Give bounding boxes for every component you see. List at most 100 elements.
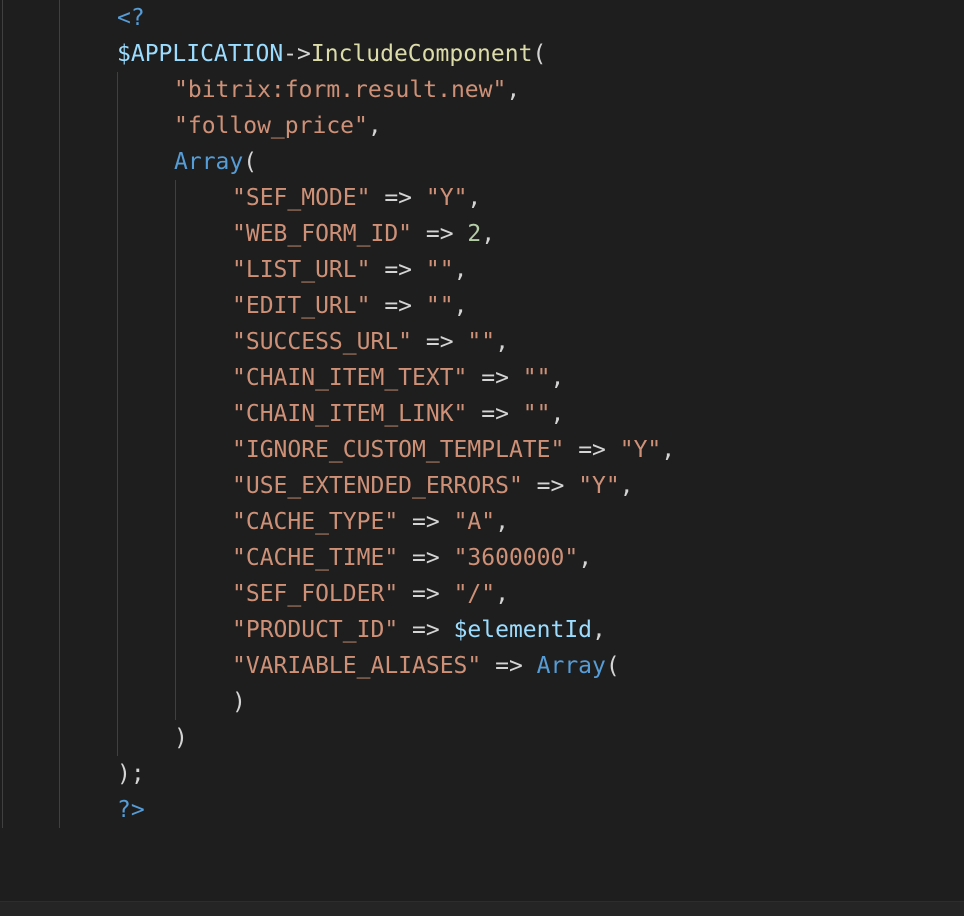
code-token: => <box>412 329 468 355</box>
code-token: "VARIABLE_ALIASES" <box>232 653 482 679</box>
code-token: , <box>453 257 468 283</box>
code-editor[interactable]: <? $APPLICATION->IncludeComponent("bitrix… <box>0 0 964 916</box>
code-token: "" <box>522 365 551 391</box>
code-token: "/" <box>453 581 496 607</box>
code-line[interactable]: <? <box>117 0 145 36</box>
code-token: => <box>370 185 426 211</box>
code-token: , <box>467 185 482 211</box>
code-token: , <box>495 581 509 607</box>
code-token: "3600000" <box>453 545 579 571</box>
code-line[interactable]: "WEB_FORM_ID" => 2, <box>232 216 495 252</box>
code-token: "CACHE_TYPE" <box>232 509 399 535</box>
code-line[interactable]: "follow_price", <box>174 108 382 144</box>
code-token: => <box>467 401 523 427</box>
code-token: => <box>398 617 454 643</box>
code-token: , <box>495 329 509 355</box>
code-line[interactable]: "VARIABLE_ALIASES" => Array( <box>232 648 620 684</box>
code-token: <? <box>117 5 145 31</box>
code-line[interactable]: "CHAIN_ITEM_TEXT" => "", <box>232 360 564 396</box>
code-token: , <box>550 401 565 427</box>
code-token: $APPLICATION <box>117 41 284 67</box>
code-token: $elementId <box>453 617 593 643</box>
code-token: 2 <box>467 221 482 247</box>
code-token: "" <box>425 293 454 319</box>
code-token: "IGNORE_CUSTOM_TEMPLATE" <box>232 437 565 463</box>
code-line[interactable]: "SEF_FOLDER" => "/", <box>232 576 509 612</box>
code-line[interactable]: "CHAIN_ITEM_LINK" => "", <box>232 396 564 432</box>
code-token: , <box>592 617 606 643</box>
code-token: "WEB_FORM_ID" <box>232 221 413 247</box>
code-token: "Y" <box>578 473 620 499</box>
code-token: IncludeComponent <box>310 41 533 67</box>
indent-guide-level-2 <box>175 180 176 720</box>
code-token: , <box>578 545 593 571</box>
code-token: ) <box>232 689 246 715</box>
code-token: ( <box>243 149 258 175</box>
code-token: , <box>453 293 468 319</box>
code-token: "SEF_FOLDER" <box>232 581 399 607</box>
code-token: ( <box>605 653 620 679</box>
code-token: => <box>522 473 579 499</box>
code-token: ); <box>117 761 145 787</box>
code-token: => <box>564 437 620 463</box>
code-token: Array <box>174 149 244 175</box>
code-token: "Y" <box>619 437 662 463</box>
code-line[interactable]: "EDIT_URL" => "", <box>232 288 467 324</box>
code-token: , <box>367 113 382 139</box>
code-token: Array <box>536 653 606 679</box>
code-line[interactable]: "bitrix:form.result.new", <box>174 72 520 108</box>
code-line[interactable]: $APPLICATION->IncludeComponent( <box>117 36 546 72</box>
code-token: "Y" <box>425 185 468 211</box>
code-line[interactable]: "CACHE_TYPE" => "A", <box>232 504 509 540</box>
code-token: "CHAIN_ITEM_LINK" <box>232 401 468 427</box>
code-token: , <box>506 77 521 103</box>
code-line[interactable]: "PRODUCT_ID" => $elementId, <box>232 612 606 648</box>
code-line[interactable]: "SUCCESS_URL" => "", <box>232 324 509 360</box>
code-token: "EDIT_URL" <box>232 293 371 319</box>
code-token: -> <box>283 41 311 67</box>
code-line[interactable]: ?> <box>117 792 145 828</box>
code-token: , <box>495 509 509 535</box>
editor-left-border <box>2 0 3 828</box>
code-line[interactable]: ); <box>117 756 145 792</box>
code-line[interactable]: "USE_EXTENDED_ERRORS" => "Y", <box>232 468 634 504</box>
code-line[interactable]: ) <box>232 684 246 720</box>
code-token: => <box>481 653 537 679</box>
indent-guide-level-0 <box>59 0 60 828</box>
code-token: => <box>398 545 454 571</box>
code-line[interactable]: "LIST_URL" => "", <box>232 252 467 288</box>
code-token: ?> <box>117 797 145 823</box>
code-token: => <box>398 581 454 607</box>
code-token: => <box>398 509 454 535</box>
code-token: ) <box>174 725 188 751</box>
code-token: => <box>467 365 523 391</box>
code-line[interactable]: Array( <box>174 144 257 180</box>
code-token: "SEF_MODE" <box>232 185 371 211</box>
code-token: "CHAIN_ITEM_TEXT" <box>232 365 468 391</box>
code-token: => <box>370 293 426 319</box>
code-token: => <box>412 221 468 247</box>
code-token: => <box>370 257 426 283</box>
code-token: "PRODUCT_ID" <box>232 617 399 643</box>
code-token: "follow_price" <box>174 113 368 139</box>
code-token: "" <box>467 329 496 355</box>
code-token: , <box>661 437 676 463</box>
code-line[interactable]: "IGNORE_CUSTOM_TEMPLATE" => "Y", <box>232 432 675 468</box>
code-token: "" <box>522 401 551 427</box>
code-token: , <box>619 473 634 499</box>
code-line[interactable]: "SEF_MODE" => "Y", <box>232 180 481 216</box>
code-token: "SUCCESS_URL" <box>232 329 413 355</box>
code-token: , <box>550 365 565 391</box>
code-line[interactable]: ) <box>174 720 188 756</box>
code-token: ( <box>532 41 547 67</box>
code-token: "CACHE_TIME" <box>232 545 399 571</box>
indent-guide-level-1 <box>117 72 118 756</box>
code-token: "bitrix:form.result.new" <box>174 77 507 103</box>
code-line[interactable]: "CACHE_TIME" => "3600000", <box>232 540 592 576</box>
code-token: "A" <box>453 509 496 535</box>
horizontal-scrollbar[interactable] <box>0 901 964 916</box>
code-token: "LIST_URL" <box>232 257 371 283</box>
code-token: "" <box>425 257 454 283</box>
code-token: , <box>481 221 496 247</box>
code-token: "USE_EXTENDED_ERRORS" <box>232 473 523 499</box>
